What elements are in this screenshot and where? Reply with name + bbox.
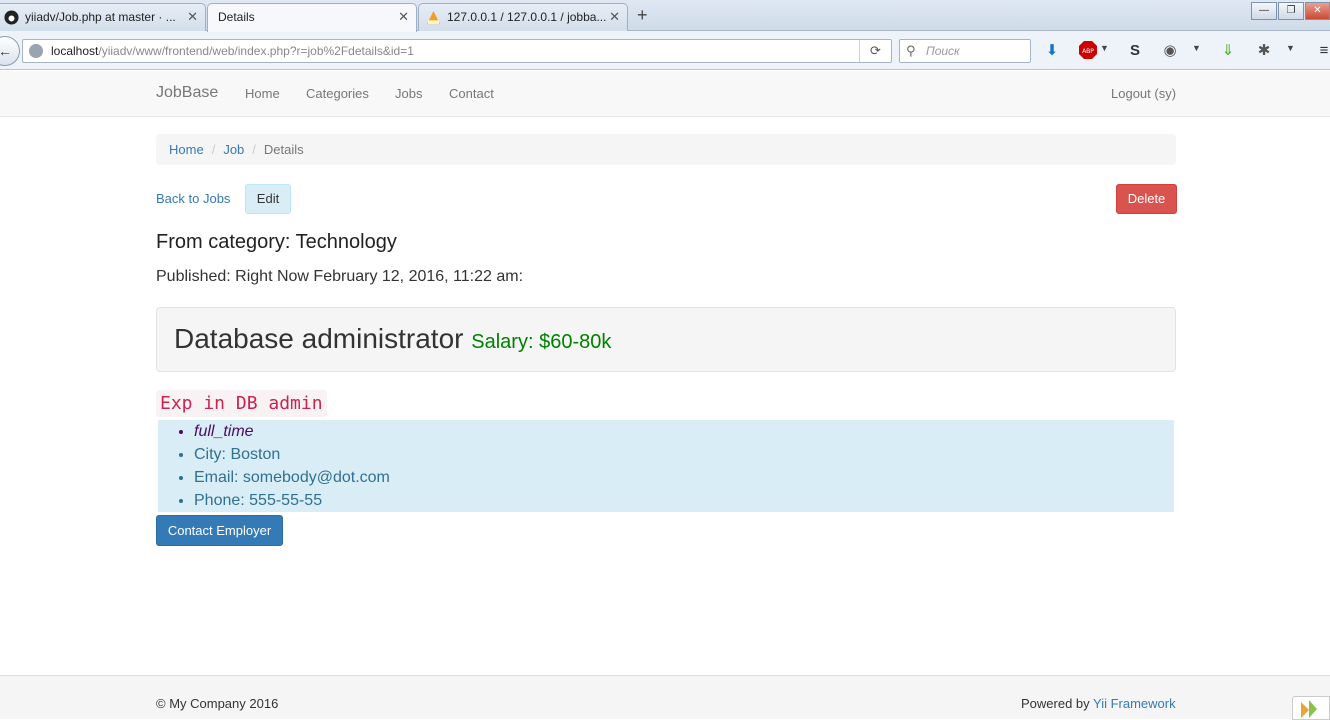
powered-by-text: Powered by — [1021, 696, 1094, 711]
breadcrumb: Home / Job / Details — [156, 134, 1176, 165]
search-input[interactable]: ⚲ Поиск — [899, 39, 1031, 63]
url-host: localhost — [51, 44, 99, 58]
back-to-jobs-link[interactable]: Back to Jobs — [156, 191, 230, 206]
category-heading: From category: Technology — [156, 231, 397, 253]
breadcrumb-current: Details — [263, 142, 304, 157]
yii-framework-link[interactable]: Yii Framework — [1093, 696, 1176, 711]
footer-copyright: © My Company 2016 — [156, 696, 279, 711]
job-city: City: Boston — [194, 443, 1174, 466]
globe-icon — [29, 44, 43, 58]
published-date: Published: Right Now February 12, 2016, … — [156, 268, 524, 285]
logout-link[interactable]: Logout (sy) — [1111, 86, 1176, 101]
adblock-icon[interactable]: ABP — [1078, 41, 1098, 61]
chevron-down-icon[interactable]: ▼ — [1192, 43, 1201, 53]
job-title-row: Database administrator Salary: $60-80k — [174, 323, 611, 355]
tab-label: Details — [218, 10, 255, 24]
site-navbar: JobBase Home Categories Jobs Contact Log… — [0, 71, 1330, 117]
back-arrow-icon[interactable]: ← — [0, 36, 20, 66]
chevron-down-icon[interactable]: ▼ — [1100, 43, 1109, 53]
breadcrumb-job[interactable]: Job — [223, 142, 244, 157]
close-icon[interactable]: ✕ — [187, 4, 198, 30]
breadcrumb-home[interactable]: Home — [169, 142, 204, 157]
window-close-button[interactable]: ✕ — [1305, 2, 1330, 20]
tab-details[interactable]: Details ✕ — [207, 3, 417, 32]
tab-label: 127.0.0.1 / 127.0.0.1 / jobba... — [447, 10, 607, 24]
search-placeholder: Поиск — [926, 44, 960, 58]
browser-toolbar: ← localhost/yiiadv/www/frontend/web/inde… — [0, 31, 1330, 70]
salary: Salary: $60-80k — [471, 331, 612, 353]
delete-button[interactable]: Delete — [1116, 184, 1177, 214]
breadcrumb-separator: / — [252, 142, 256, 157]
chevron-down-icon[interactable]: ▼ — [1286, 43, 1295, 53]
reload-icon[interactable]: ⟳ — [859, 40, 891, 62]
close-icon[interactable]: ✕ — [609, 4, 620, 30]
job-title-well: Database administrator Salary: $60-80k — [156, 307, 1176, 372]
tab-phpmyadmin[interactable]: 127.0.0.1 / 127.0.0.1 / jobba... ✕ — [418, 3, 628, 31]
job-type: full_time — [194, 420, 1174, 443]
svg-text:ABP: ABP — [1082, 48, 1094, 55]
eye-icon[interactable]: ◉ — [1160, 41, 1180, 61]
search-icon: ⚲ — [906, 43, 916, 58]
job-description: Exp in DB admin — [156, 390, 327, 417]
address-bar[interactable]: localhost/yiiadv/www/frontend/web/index.… — [22, 39, 892, 63]
menu-icon[interactable]: ≡ — [1314, 41, 1330, 61]
download-icon[interactable]: ⬇ — [1042, 41, 1062, 61]
breadcrumb-separator: / — [211, 142, 216, 157]
green-download-icon[interactable]: ⇓ — [1218, 41, 1238, 61]
nav-jobs[interactable]: Jobs — [395, 86, 422, 101]
close-icon[interactable]: ✕ — [398, 4, 409, 30]
nav-home[interactable]: Home — [245, 86, 280, 101]
maximize-button[interactable]: ❐ — [1278, 2, 1304, 20]
github-icon — [4, 10, 19, 25]
browser-tab-bar: yiiadv/Job.php at master · ... ✕ Details… — [0, 0, 1330, 32]
job-title: Database administrator — [174, 323, 464, 354]
edit-button[interactable]: Edit — [245, 184, 291, 214]
tab-github[interactable]: yiiadv/Job.php at master · ... ✕ — [0, 3, 206, 31]
job-info-list: full_time City: Boston Email: somebody@d… — [158, 420, 1174, 512]
minimize-button[interactable]: — — [1251, 2, 1277, 20]
job-email: Email: somebody@dot.com — [194, 466, 1174, 489]
phpmyadmin-icon — [426, 10, 441, 25]
nav-categories[interactable]: Categories — [306, 86, 369, 101]
brand-link[interactable]: JobBase — [156, 84, 218, 102]
new-tab-button[interactable]: + — [637, 5, 648, 26]
yii-debug-toolbar-icon[interactable] — [1292, 696, 1330, 720]
footer-powered: Powered by Yii Framework — [1021, 696, 1176, 711]
contact-employer-button[interactable]: Contact Employer — [156, 515, 283, 546]
nav-contact[interactable]: Contact — [449, 86, 494, 101]
page-content: JobBase Home Categories Jobs Contact Log… — [0, 71, 1330, 720]
tab-label: yiiadv/Job.php at master · ... — [25, 10, 176, 24]
firebug-icon[interactable]: ✱ — [1254, 41, 1274, 61]
footer: © My Company 2016 Powered by Yii Framewo… — [0, 675, 1330, 720]
sync-s-icon[interactable]: S — [1125, 41, 1145, 61]
url-path: /yiiadv/www/frontend/web/index.php?r=job… — [98, 44, 414, 58]
job-phone: Phone: 555-55-55 — [194, 489, 1174, 512]
yii-logo-icon — [1301, 702, 1309, 718]
yii-logo-leaf — [1309, 700, 1317, 718]
